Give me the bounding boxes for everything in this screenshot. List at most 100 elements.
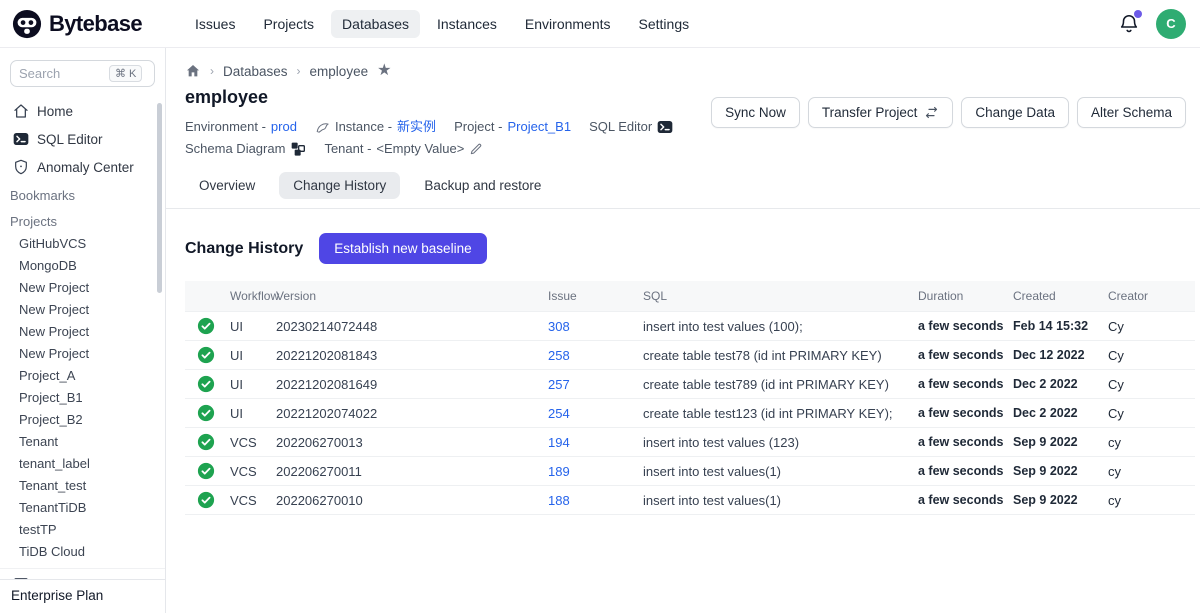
sync-now-button[interactable]: Sync Now [711, 97, 800, 128]
table-row[interactable]: UI20221202074022254create table test123 … [185, 399, 1195, 428]
sidebar-scrollbar[interactable] [157, 103, 162, 293]
establish-baseline-button[interactable]: Establish new baseline [319, 233, 486, 264]
sidebar-project-tenant[interactable]: Tenant [0, 431, 165, 453]
database-meta: Environment - prod Instance - 新实例 [185, 116, 711, 160]
sql-cell: insert into test values(1) [635, 486, 910, 515]
tab-content: Change History Establish new baseline Wo… [166, 209, 1200, 515]
nav-item-settings[interactable]: Settings [628, 10, 701, 38]
issue-link[interactable]: 254 [548, 406, 570, 421]
success-check-icon [197, 404, 214, 422]
sidebar-project-project-b1[interactable]: Project_B1 [0, 387, 165, 409]
brand[interactable]: Bytebase [12, 9, 170, 39]
sidebar-section-bookmarks: Bookmarks [0, 181, 165, 207]
success-check-icon [197, 346, 214, 364]
table-row[interactable]: VCS202206270010188insert into test value… [185, 486, 1195, 515]
issue-link[interactable]: 188 [548, 493, 570, 508]
sidebar-nav: HomeSQL EditorAnomaly Center [0, 97, 165, 181]
table-row[interactable]: UI20221202081843258create table test78 (… [185, 341, 1195, 370]
nav-item-projects[interactable]: Projects [252, 10, 325, 38]
alter-schema-button[interactable]: Alter Schema [1077, 97, 1186, 128]
issue-link[interactable]: 258 [548, 348, 570, 363]
project-link[interactable]: Project_B1 [507, 116, 571, 138]
nav-item-instances[interactable]: Instances [426, 10, 508, 38]
tenant-value: <Empty Value> [376, 138, 464, 160]
sidebar-project-tenant-test[interactable]: Tenant_test [0, 475, 165, 497]
table-row[interactable]: VCS202206270011189insert into test value… [185, 457, 1195, 486]
environment-link[interactable]: prod [271, 116, 297, 138]
nav-item-environments[interactable]: Environments [514, 10, 622, 38]
sidebar-project-new-project[interactable]: New Project [0, 321, 165, 343]
transfer-project-button[interactable]: Transfer Project [808, 97, 954, 128]
search-box[interactable]: ⌘ K [10, 60, 155, 87]
sidebar-project-mongodb[interactable]: MongoDB [0, 255, 165, 277]
success-check-icon [197, 491, 214, 509]
breadcrumb-item-databases[interactable]: Databases [223, 64, 288, 79]
tab-change-history[interactable]: Change History [279, 172, 400, 199]
created-cell: Sep 9 2022 [1005, 428, 1100, 457]
nav-item-issues[interactable]: Issues [184, 10, 246, 38]
brand-name: Bytebase [49, 11, 142, 37]
edit-pencil-icon[interactable] [469, 142, 483, 156]
breadcrumb: › Databases › employee ★ [166, 48, 1200, 79]
section-header: Change History Establish new baseline [185, 233, 1195, 264]
plan-label[interactable]: Enterprise Plan [0, 579, 165, 613]
success-check-icon [197, 375, 214, 393]
issue-link[interactable]: 194 [548, 435, 570, 450]
column-header-creator: Creator [1100, 281, 1195, 312]
workflow-cell: VCS [222, 428, 268, 457]
table-row[interactable]: UI20221202081649257create table test789 … [185, 370, 1195, 399]
main-nav: IssuesProjectsDatabasesInstancesEnvironm… [184, 10, 700, 38]
sidebar-project-new-project[interactable]: New Project [0, 299, 165, 321]
sidebar-section-projects: Projects [0, 207, 165, 233]
breadcrumb-item-employee[interactable]: employee [310, 64, 369, 79]
sidebar-project-list: GitHubVCSMongoDBNew ProjectNew ProjectNe… [0, 233, 165, 563]
duration-cell: a few seconds [910, 399, 1005, 428]
sidebar-project-project-a[interactable]: Project_A [0, 365, 165, 387]
column-header-status [185, 281, 222, 312]
engine-icon [315, 120, 330, 135]
sql-cell: insert into test values (123) [635, 428, 910, 457]
issue-link[interactable]: 308 [548, 319, 570, 334]
avatar[interactable]: C [1156, 9, 1186, 39]
action-buttons: Sync Now Transfer ProjectChange Data Alter… [711, 97, 1186, 128]
favorite-star-icon[interactable]: ★ [377, 63, 391, 79]
breadcrumb-separator: › [210, 64, 214, 78]
sql-cell: create table test789 (id int PRIMARY KEY… [635, 370, 910, 399]
sidebar-item-anomaly-center[interactable]: Anomaly Center [0, 153, 165, 181]
sidebar-project-testtp[interactable]: testTP [0, 519, 165, 541]
instance-link[interactable]: 新实例 [397, 116, 436, 138]
sidebar-project-githubvcs[interactable]: GitHubVCS [0, 233, 165, 255]
sidebar-project-tidb-cloud[interactable]: TiDB Cloud [0, 541, 165, 563]
column-header-workflow: Workflow [222, 281, 268, 312]
tab-overview[interactable]: Overview [185, 172, 269, 199]
search-input[interactable] [19, 66, 105, 81]
app-shell: ⌘ K HomeSQL EditorAnomaly Center Bookmar… [0, 48, 1200, 613]
sidebar-item-home[interactable]: Home [0, 97, 165, 125]
table-row[interactable]: UI20230214072448308insert into test valu… [185, 312, 1195, 341]
sidebar-item-sql-editor[interactable]: SQL Editor [0, 125, 165, 153]
sidebar-project-tenant-label[interactable]: tenant_label [0, 453, 165, 475]
workflow-cell: VCS [222, 486, 268, 515]
home-icon[interactable] [185, 63, 201, 79]
sidebar-project-tenanttidb[interactable]: TenantTiDB [0, 497, 165, 519]
notifications-button[interactable] [1118, 13, 1140, 35]
table-row[interactable]: VCS202206270013194insert into test value… [185, 428, 1195, 457]
main-panel: › Databases › employee ★ employee Enviro… [166, 48, 1200, 613]
change-data-button[interactable]: Change Data [961, 97, 1069, 128]
column-header-sql: SQL [635, 281, 910, 312]
version-cell: 20230214072448 [268, 312, 540, 341]
schema-diagram-shortcut[interactable]: Schema Diagram [185, 138, 306, 160]
issue-link[interactable]: 189 [548, 464, 570, 479]
duration-cell: a few seconds [910, 486, 1005, 515]
duration-cell: a few seconds [910, 457, 1005, 486]
sql-cell: create table test123 (id int PRIMARY KEY… [635, 399, 910, 428]
issue-link[interactable]: 257 [548, 377, 570, 392]
sql-cell: insert into test values(1) [635, 457, 910, 486]
sidebar-project-project-b2[interactable]: Project_B2 [0, 409, 165, 431]
tab-backup-and-restore[interactable]: Backup and restore [410, 172, 555, 199]
sidebar-project-new-project[interactable]: New Project [0, 277, 165, 299]
sql-editor-shortcut[interactable]: SQL Editor [589, 116, 673, 138]
workflow-cell: UI [222, 341, 268, 370]
sidebar-project-new-project[interactable]: New Project [0, 343, 165, 365]
nav-item-databases[interactable]: Databases [331, 10, 420, 38]
